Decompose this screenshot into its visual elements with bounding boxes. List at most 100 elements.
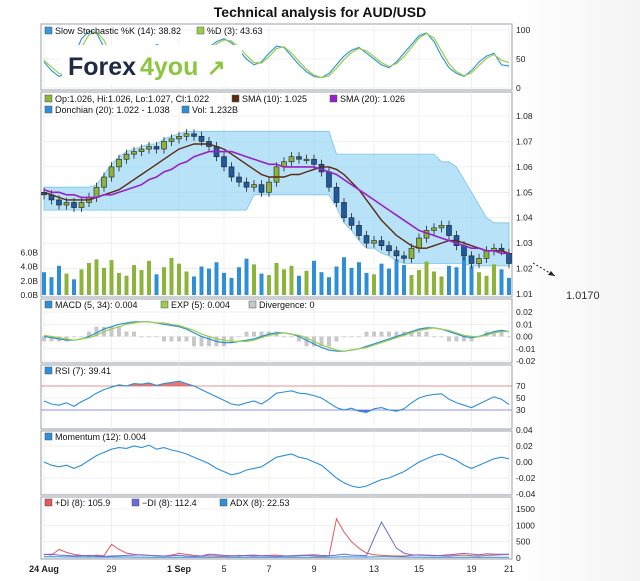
candle-body (378, 240, 385, 246)
volume-bar (364, 272, 369, 295)
divergence-bar (372, 331, 376, 337)
price-tick-label: 1.05 (516, 187, 533, 197)
volume-bar (469, 266, 474, 295)
x-tick-label: 15 (414, 564, 424, 574)
volume-bar (214, 262, 219, 295)
candle-body (461, 245, 467, 257)
candle-body (108, 166, 115, 178)
candle-body (71, 202, 77, 208)
volume-bar (117, 272, 121, 295)
x-tick-label: 13 (369, 564, 379, 574)
macd-tick-label: 0.00 (516, 332, 533, 342)
price-tick-label: 1.04 (516, 213, 533, 223)
divergence-bar (289, 336, 294, 338)
candle-body (341, 202, 347, 219)
macd-tick-label: -0.01 (516, 344, 536, 354)
divergence-bar (169, 336, 174, 342)
legend-swatch-exp (160, 300, 169, 309)
divergence-bar (417, 331, 421, 337)
volume-bar (424, 261, 429, 295)
legend-swatch-k (44, 26, 53, 35)
volume-bar (207, 268, 211, 295)
candle-body (243, 181, 250, 188)
logo-arrow-icon: ↗ (207, 55, 225, 80)
volume-bar (147, 260, 151, 295)
candle-body (258, 184, 265, 193)
legend-vol: Vol: 1.232B (192, 105, 238, 115)
candle-body (401, 255, 407, 259)
candle-body (446, 225, 452, 236)
legend-swatch-donchian (44, 105, 53, 114)
candle-body (228, 166, 235, 178)
rsi-tick-label: 50 (516, 393, 526, 403)
callout-arrow-head (548, 271, 555, 276)
rsi-tick-label: 70 (516, 381, 526, 391)
legend-swatch-divergence (248, 300, 257, 309)
candle-body (438, 225, 445, 229)
volume-bar (394, 259, 399, 295)
x-tick-label: 19 (466, 564, 476, 574)
divergence-bar (424, 331, 429, 337)
divergence-bar (199, 336, 204, 347)
volume-bar (304, 270, 309, 295)
candle-body (326, 171, 332, 188)
candle-body (78, 202, 85, 208)
divergence-bar (192, 336, 196, 347)
volume-bar (484, 275, 489, 295)
divergence-bar (439, 336, 444, 338)
candle-body (183, 133, 190, 137)
divergence-bar (357, 336, 361, 338)
volume-bar (379, 263, 384, 295)
macd-legend: MACD (5, 34): 0.004 EXP (5): 0.004 Diver… (44, 300, 315, 310)
divergence-bar (432, 336, 436, 338)
rsi-legend: RSI (7): 39.41 (44, 366, 111, 376)
volume-bar (499, 269, 504, 295)
macd-tick-label: 0.02 (516, 307, 533, 317)
dmi-tick-label: 1000 (516, 520, 535, 530)
rsi-tick-label: 30 (516, 405, 526, 415)
candle-body (476, 258, 482, 264)
candle-body (176, 136, 182, 140)
divergence-bar (237, 336, 241, 338)
candle-body (273, 166, 280, 183)
volume-bar (259, 273, 264, 295)
volume-bar (432, 271, 436, 295)
dmi-tick-label: 1500 (516, 504, 535, 514)
candle-body (468, 255, 475, 264)
volume-bar (402, 265, 406, 295)
candle-body (168, 138, 175, 142)
volume-bar (492, 264, 496, 295)
stochastic-tick-label: 50 (516, 54, 526, 64)
price-tick-label: 1.07 (516, 136, 533, 146)
volume-tick-label: 6.0B (21, 247, 39, 257)
volume-bar (177, 263, 181, 295)
volume-bar (199, 266, 204, 295)
legend-swatch-ohlc (44, 94, 53, 103)
candle-body (371, 240, 377, 244)
legend-swatch-d (196, 26, 205, 35)
volume-bar (417, 270, 421, 295)
candle-body (393, 250, 400, 257)
divergence-bar (252, 331, 256, 337)
divergence-bar (244, 331, 249, 337)
divergence-bar (387, 331, 391, 337)
volume-bar (439, 276, 444, 295)
divergence-bar (454, 336, 459, 342)
legend-donchian: Donchian (20): 1.022 - 1.038 (55, 105, 170, 115)
candle-body (123, 153, 130, 160)
volume-bar (349, 267, 354, 295)
momentum-tick-label: 0.02 (516, 441, 533, 451)
candle-body (363, 235, 370, 244)
legend-swatch-rsi (44, 366, 53, 375)
candle-body (153, 146, 160, 150)
volume-bar (79, 269, 84, 295)
momentum-tick-label: -0.02 (516, 473, 536, 483)
candle-body (251, 184, 257, 188)
price-tick-label: 1.02 (516, 264, 533, 274)
candle-body (386, 245, 392, 252)
candle-body (431, 227, 437, 231)
price-tick-label: 1.01 (516, 289, 533, 299)
volume-bar (49, 277, 54, 295)
chart-title: Technical analysis for AUD/USD (214, 4, 426, 20)
volume-bar (139, 270, 144, 295)
